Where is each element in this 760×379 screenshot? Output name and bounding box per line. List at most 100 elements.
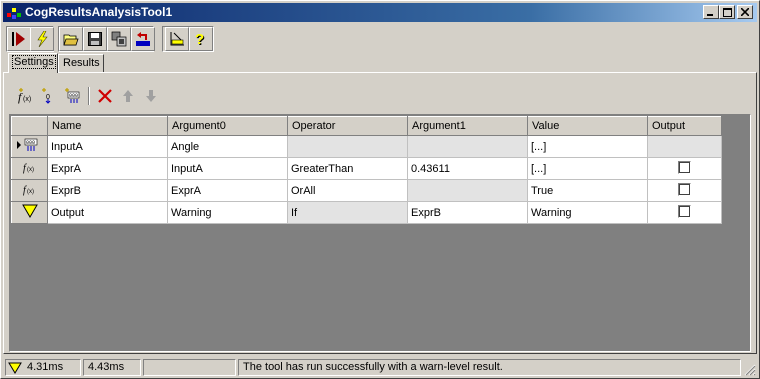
delete-icon (98, 89, 112, 103)
cell-argument1[interactable]: ExprB (407, 201, 528, 224)
cell-operator: If (287, 201, 408, 224)
svg-text:(x): (x) (27, 189, 34, 195)
add-expression-button[interactable]: f (x) (15, 85, 37, 107)
table-row[interactable]: Output Warning If ExprB Warning (11, 201, 722, 224)
output-checkbox[interactable] (678, 204, 691, 218)
cell-output (647, 179, 722, 202)
row-header[interactable]: 000 (11, 135, 48, 158)
cell-name[interactable]: Output (47, 201, 168, 224)
run-icon (12, 32, 25, 46)
electric-icon (37, 31, 48, 47)
warning-triangle-icon (8, 362, 22, 374)
title-bar[interactable]: CogResultsAnalysisTool1 (3, 3, 757, 22)
cell-operator[interactable]: OrAll (287, 179, 408, 202)
output-checkbox[interactable] (678, 160, 691, 174)
cell-name[interactable]: ExprA (47, 157, 168, 180)
cell-value[interactable]: True (527, 179, 648, 202)
status-bar: 4.31ms 4.43ms The tool has run successfu… (3, 358, 757, 377)
tool-window: CogResultsAnalysisTool1 ? ? Settings Res… (0, 0, 760, 379)
tab-results[interactable]: Results (58, 54, 104, 72)
reset-icon (136, 32, 150, 46)
move-up-icon (123, 90, 133, 102)
svg-text:(x): (x) (23, 96, 31, 103)
row-header[interactable] (11, 201, 48, 224)
column-header-argument1[interactable]: Argument1 (407, 116, 528, 136)
delete-button[interactable] (94, 85, 116, 107)
measure-button[interactable] (165, 27, 189, 51)
expression-table: Name Argument0 Operator Argument1 Value … (11, 116, 722, 224)
close-button[interactable] (737, 5, 753, 19)
maximize-button[interactable] (719, 5, 735, 19)
resize-grip-icon[interactable] (744, 364, 756, 376)
column-header-output[interactable]: Output (647, 116, 722, 136)
cell-argument0[interactable]: Angle (167, 135, 288, 158)
tab-settings-label: Settings (12, 55, 56, 69)
help-icon: ?? (195, 31, 205, 47)
reset-button[interactable] (131, 27, 155, 51)
add-output-button[interactable]: 000 (61, 85, 83, 107)
function-icon: f (x) (23, 185, 34, 196)
grid-header-row: Name Argument0 Operator Argument1 Value … (11, 116, 722, 136)
cell-operator[interactable]: GreaterThan (287, 157, 408, 180)
row-header[interactable]: f (x) (11, 157, 48, 180)
cell-argument1[interactable]: 0.43611 (407, 157, 528, 180)
row-header-corner (11, 116, 48, 136)
status-panel-time1: 4.31ms (5, 359, 81, 376)
status-message: The tool has run successfully with a war… (243, 361, 503, 373)
run-button[interactable] (7, 27, 31, 51)
column-header-value[interactable]: Value (527, 116, 648, 136)
tab-results-label: Results (63, 57, 100, 69)
cell-name[interactable]: ExprB (47, 179, 168, 202)
app-icon (7, 8, 21, 19)
cell-argument0[interactable]: InputA (167, 157, 288, 180)
column-header-name[interactable]: Name (47, 116, 168, 136)
cell-value[interactable]: Warning (527, 201, 648, 224)
copy-images-icon (111, 31, 127, 47)
status-panel-time2: 4.43ms (83, 359, 141, 376)
cell-operator (287, 135, 408, 158)
cell-argument1 (407, 135, 528, 158)
column-header-argument0[interactable]: Argument0 (167, 116, 288, 136)
save-button[interactable] (83, 27, 107, 51)
cell-argument0[interactable]: Warning (167, 201, 288, 224)
move-down-icon (146, 90, 156, 102)
svg-text:000: 000 (69, 93, 78, 99)
measure-icon (170, 32, 184, 46)
cell-value[interactable]: [...] (527, 157, 648, 180)
table-row[interactable]: f (x) ExprB ExprA OrAll True (11, 179, 722, 202)
column-header-operator[interactable]: Operator (287, 116, 408, 136)
minimize-button[interactable] (703, 5, 719, 19)
move-down-button[interactable] (140, 85, 162, 107)
input-icon: 000 (16, 138, 37, 151)
electric-button[interactable] (30, 27, 54, 51)
output-checkbox[interactable] (678, 182, 691, 196)
add-input-button[interactable]: 0 (37, 85, 59, 107)
status-time1: 4.31ms (27, 361, 64, 373)
help-button[interactable]: ?? (189, 27, 213, 51)
tab-settings[interactable]: Settings (8, 53, 58, 73)
copy-images-button[interactable] (107, 27, 131, 51)
table-row[interactable]: 000 InputA Angle [...] (11, 135, 722, 158)
close-icon (741, 8, 749, 16)
status-time2: 4.43ms (88, 361, 125, 373)
cell-name[interactable]: InputA (47, 135, 168, 158)
open-button[interactable] (59, 27, 83, 51)
cell-output (647, 157, 722, 180)
row-header[interactable]: f (x) (11, 179, 48, 202)
cell-value[interactable]: [...] (527, 135, 648, 158)
function-icon: f (x) (23, 163, 34, 174)
add-output-icon: 000 (65, 88, 80, 103)
svg-text:000: 000 (26, 140, 35, 146)
expression-toolbar: f (x) 0 000 (11, 85, 161, 109)
warning-triangle-icon (21, 204, 38, 218)
move-up-button[interactable] (117, 85, 139, 107)
table-row[interactable]: f (x) ExprA InputA GreaterThan 0.43611 [.… (11, 157, 722, 180)
toolbar-separator (88, 87, 90, 105)
add-input-icon: 0 (42, 88, 51, 104)
cell-argument0[interactable]: ExprA (167, 179, 288, 202)
main-toolbar: ?? (3, 25, 757, 53)
status-panel-message: The tool has run successfully with a war… (238, 359, 741, 376)
open-folder-icon (63, 34, 79, 46)
minimize-icon (707, 14, 713, 16)
expression-grid: Name Argument0 Operator Argument1 Value … (9, 114, 751, 352)
